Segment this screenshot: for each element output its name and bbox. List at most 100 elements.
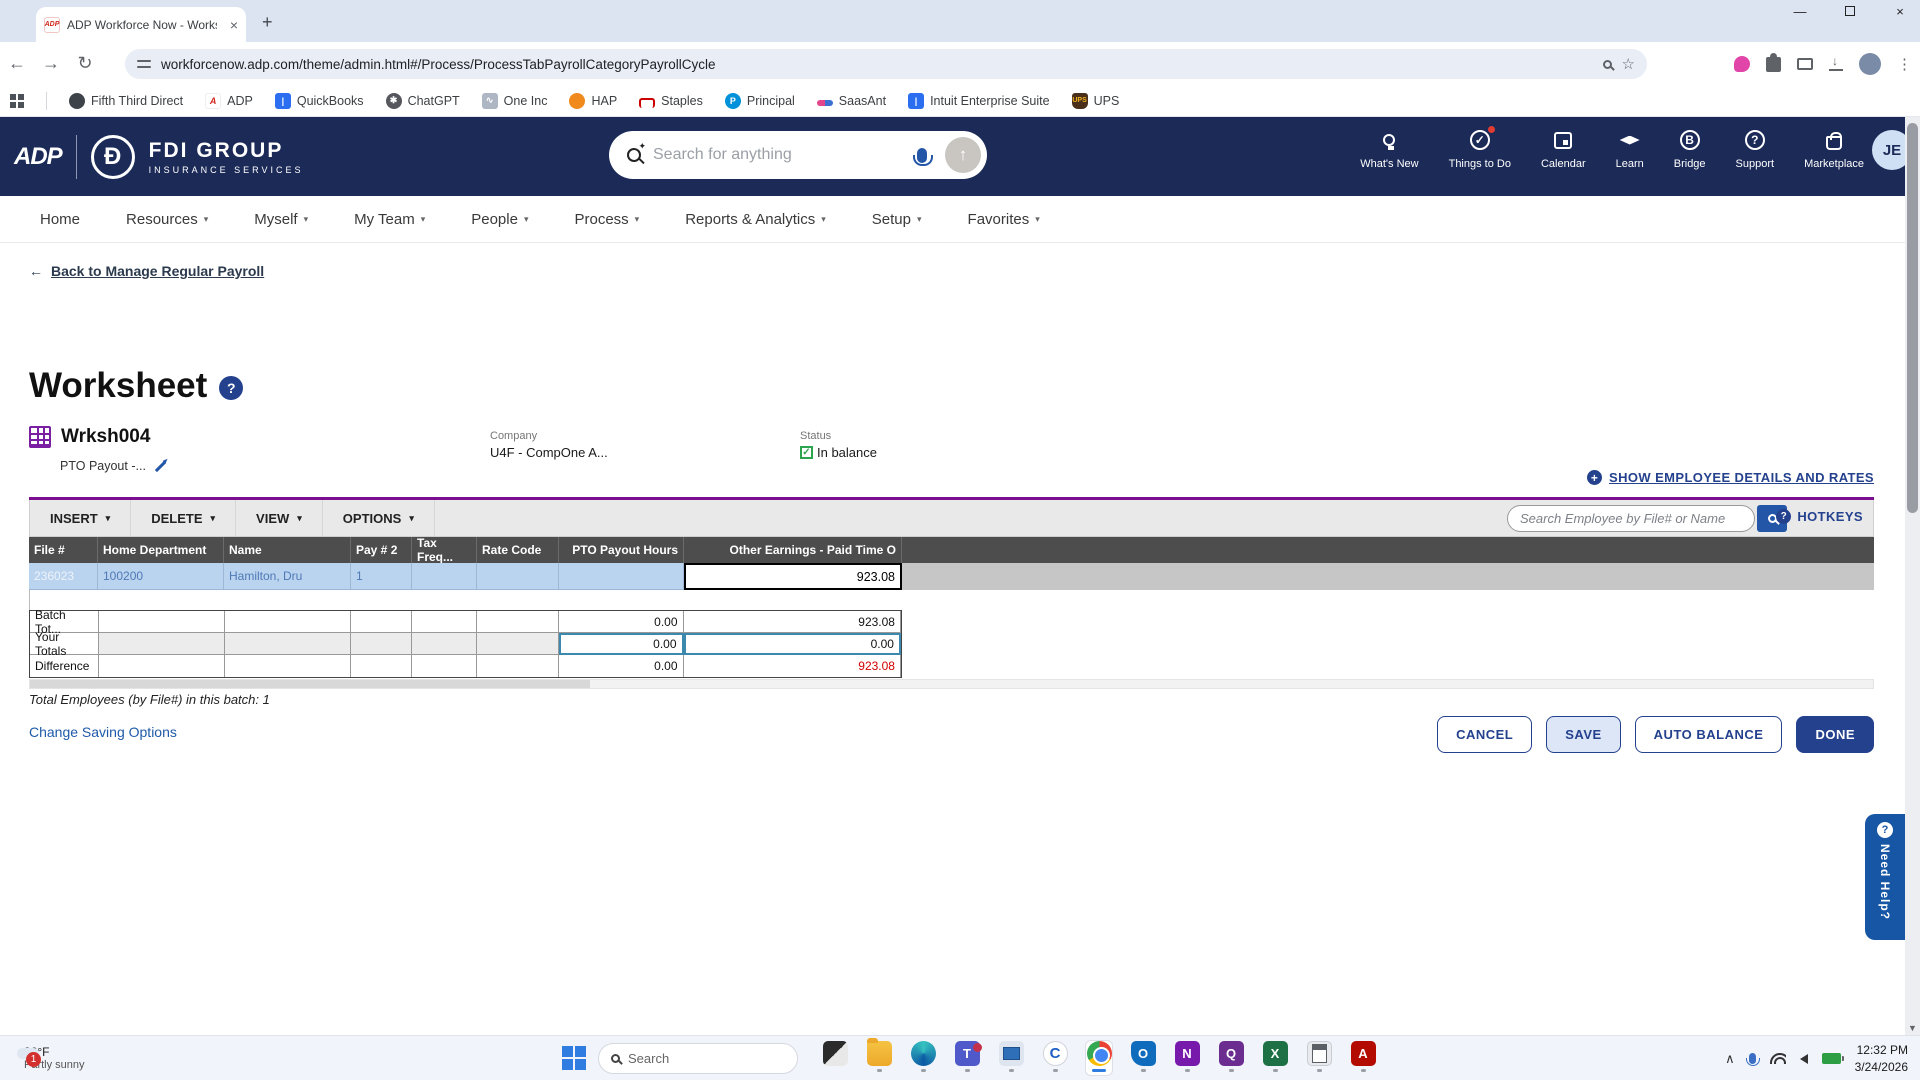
column-header[interactable]: Tax Freq... [412, 537, 477, 563]
microphone-icon[interactable] [1749, 1053, 1756, 1064]
remote-desktop-button[interactable] [998, 1041, 1024, 1075]
change-saving-options-link[interactable]: Change Saving Options [29, 724, 177, 740]
url-text[interactable]: workforcenow.adp.com/theme/admin.html#/P… [161, 57, 1593, 72]
edit-pencil-icon[interactable] [155, 460, 166, 471]
pink-extension-icon[interactable] [1734, 56, 1750, 72]
bookmark-intuit[interactable]: |Intuit Enterprise Suite [908, 93, 1050, 109]
extensions-puzzle-icon[interactable] [1766, 57, 1781, 72]
nav-myself[interactable]: Myself▾ [254, 211, 308, 228]
browser-menu-icon[interactable]: ⋮ [1897, 55, 1912, 73]
battery-icon[interactable] [1822, 1053, 1841, 1064]
wifi-icon[interactable] [1770, 1053, 1786, 1064]
cell-pay-number[interactable]: 1 [351, 563, 412, 590]
outlook-button[interactable]: O [1130, 1041, 1156, 1075]
microphone-icon[interactable] [917, 148, 927, 163]
learn-button[interactable]: Learn [1616, 128, 1644, 170]
view-menu[interactable]: VIEW▾ [236, 500, 323, 536]
apps-grid-icon[interactable] [10, 94, 24, 108]
downloads-icon[interactable] [1829, 57, 1843, 71]
cell-other-earnings-selected[interactable]: 923.08 [684, 563, 902, 590]
whats-new-button[interactable]: What's New [1360, 128, 1418, 170]
show-employee-details-link[interactable]: + SHOW EMPLOYEE DETAILS AND RATES [1587, 470, 1874, 485]
employee-search-input[interactable] [1507, 505, 1755, 532]
address-bar[interactable]: workforcenow.adp.com/theme/admin.html#/P… [125, 49, 1647, 79]
tab-organizer-icon[interactable] [1797, 58, 1813, 70]
bookmark-chatgpt[interactable]: ✱ChatGPT [386, 93, 460, 109]
tab-close-icon[interactable]: × [230, 17, 238, 33]
browser-tab[interactable]: ADP ADP Workforce Now - Workshe × [36, 7, 246, 42]
back-to-payroll-link[interactable]: ← Back to Manage Regular Payroll [29, 263, 264, 279]
bookmark-quickbooks[interactable]: |QuickBooks [275, 93, 364, 109]
maximize-button[interactable] [1838, 4, 1862, 19]
bookmark-hap[interactable]: HAP [569, 93, 617, 109]
excel-button[interactable]: X [1262, 1041, 1288, 1075]
cancel-button[interactable]: CANCEL [1437, 716, 1532, 753]
your-totals-pto-input[interactable]: 0.00 [559, 633, 684, 655]
global-search-input[interactable] [653, 146, 905, 164]
bridge-button[interactable]: B Bridge [1674, 128, 1706, 170]
your-totals-other-input[interactable]: 0.00 [684, 633, 901, 655]
nav-process[interactable]: Process▾ [574, 211, 639, 228]
cell-file-number[interactable]: 236023 [29, 563, 98, 590]
nav-resources[interactable]: Resources▾ [126, 211, 208, 228]
c-app-button[interactable]: C [1042, 1041, 1068, 1075]
nav-favorites[interactable]: Favorites▾ [968, 211, 1040, 228]
start-button[interactable] [562, 1046, 586, 1070]
bookmark-star-icon[interactable]: ☆ [1622, 55, 1635, 73]
acrobat-button[interactable]: A [1350, 1041, 1376, 1075]
taskbar-search[interactable]: Search [598, 1043, 798, 1074]
grid-horizontal-scrollbar[interactable] [29, 679, 1874, 689]
bookmark-one-inc[interactable]: ∿One Inc [482, 93, 548, 109]
search-submit-icon[interactable]: ↑ [945, 137, 981, 173]
insert-menu[interactable]: INSERT▾ [30, 500, 131, 536]
column-header[interactable]: Home Department [98, 537, 224, 563]
column-header[interactable]: File # [29, 537, 98, 563]
taskbar-weather[interactable]: 1 36°F Partly sunny [16, 1045, 85, 1071]
q-app-button[interactable]: Q [1218, 1041, 1244, 1075]
delete-menu[interactable]: DELETE▾ [131, 500, 236, 536]
cell-tax-frequency[interactable] [412, 563, 477, 590]
cell-rate-code[interactable] [477, 563, 559, 590]
scrollbar-down-arrow[interactable]: ▼ [1908, 1023, 1917, 1033]
lens-search-icon[interactable] [1603, 60, 1612, 69]
edge-button[interactable] [910, 1041, 936, 1075]
bookmark-saasant[interactable]: SaasAnt [817, 94, 886, 108]
site-settings-icon[interactable] [137, 57, 151, 71]
browser-profile-avatar[interactable] [1859, 53, 1881, 75]
support-button[interactable]: ? Support [1736, 128, 1775, 170]
file-explorer-button[interactable] [866, 1041, 892, 1075]
page-scrollbar[interactable]: ▼ [1905, 117, 1920, 1035]
cell-pto-payout-hours[interactable] [559, 563, 684, 590]
marketplace-button[interactable]: Marketplace [1804, 128, 1864, 170]
hotkeys-button[interactable]: ? HOTKEYS [1776, 509, 1863, 524]
column-header[interactable]: Rate Code [477, 537, 559, 563]
onenote-button[interactable]: N [1174, 1041, 1200, 1075]
column-header[interactable]: PTO Payout Hours [559, 537, 684, 563]
chrome-button[interactable] [1086, 1041, 1112, 1075]
bookmark-staples[interactable]: Staples [639, 94, 703, 108]
calculator-button[interactable] [1306, 1041, 1332, 1075]
cell-home-department[interactable]: 100200 [98, 563, 224, 590]
bookmark-principal[interactable]: PPrincipal [725, 93, 795, 109]
bookmark-adp[interactable]: AADP [205, 93, 253, 109]
global-search[interactable]: ↑ [609, 131, 987, 179]
nav-home[interactable]: Home [40, 211, 80, 228]
new-tab-button[interactable]: + [262, 12, 273, 33]
nav-people[interactable]: People▾ [471, 211, 528, 228]
cell-name[interactable]: Hamilton, Dru [224, 563, 351, 590]
help-icon[interactable]: ? [219, 376, 243, 400]
forward-icon[interactable]: → [34, 53, 68, 74]
speaker-icon[interactable] [1800, 1054, 1808, 1064]
column-header[interactable]: Name [224, 537, 351, 563]
auto-balance-button[interactable]: AUTO BALANCE [1635, 716, 1783, 753]
reload-icon[interactable]: ↻ [68, 53, 102, 74]
bookmark-fifth-third[interactable]: Fifth Third Direct [69, 93, 183, 109]
teams-button[interactable]: T [954, 1041, 980, 1075]
options-menu[interactable]: OPTIONS▾ [323, 500, 435, 536]
things-to-do-button[interactable]: ✓ Things to Do [1449, 128, 1511, 170]
column-header[interactable]: Other Earnings - Paid Time O [684, 537, 902, 563]
taskbar-clock[interactable]: 12:32 PM 3/24/2026 [1855, 1042, 1908, 1074]
nav-reports-analytics[interactable]: Reports & Analytics▾ [685, 211, 826, 228]
tray-chevron-icon[interactable]: ∧ [1725, 1051, 1735, 1067]
column-header[interactable]: Pay # 2 [351, 537, 412, 563]
